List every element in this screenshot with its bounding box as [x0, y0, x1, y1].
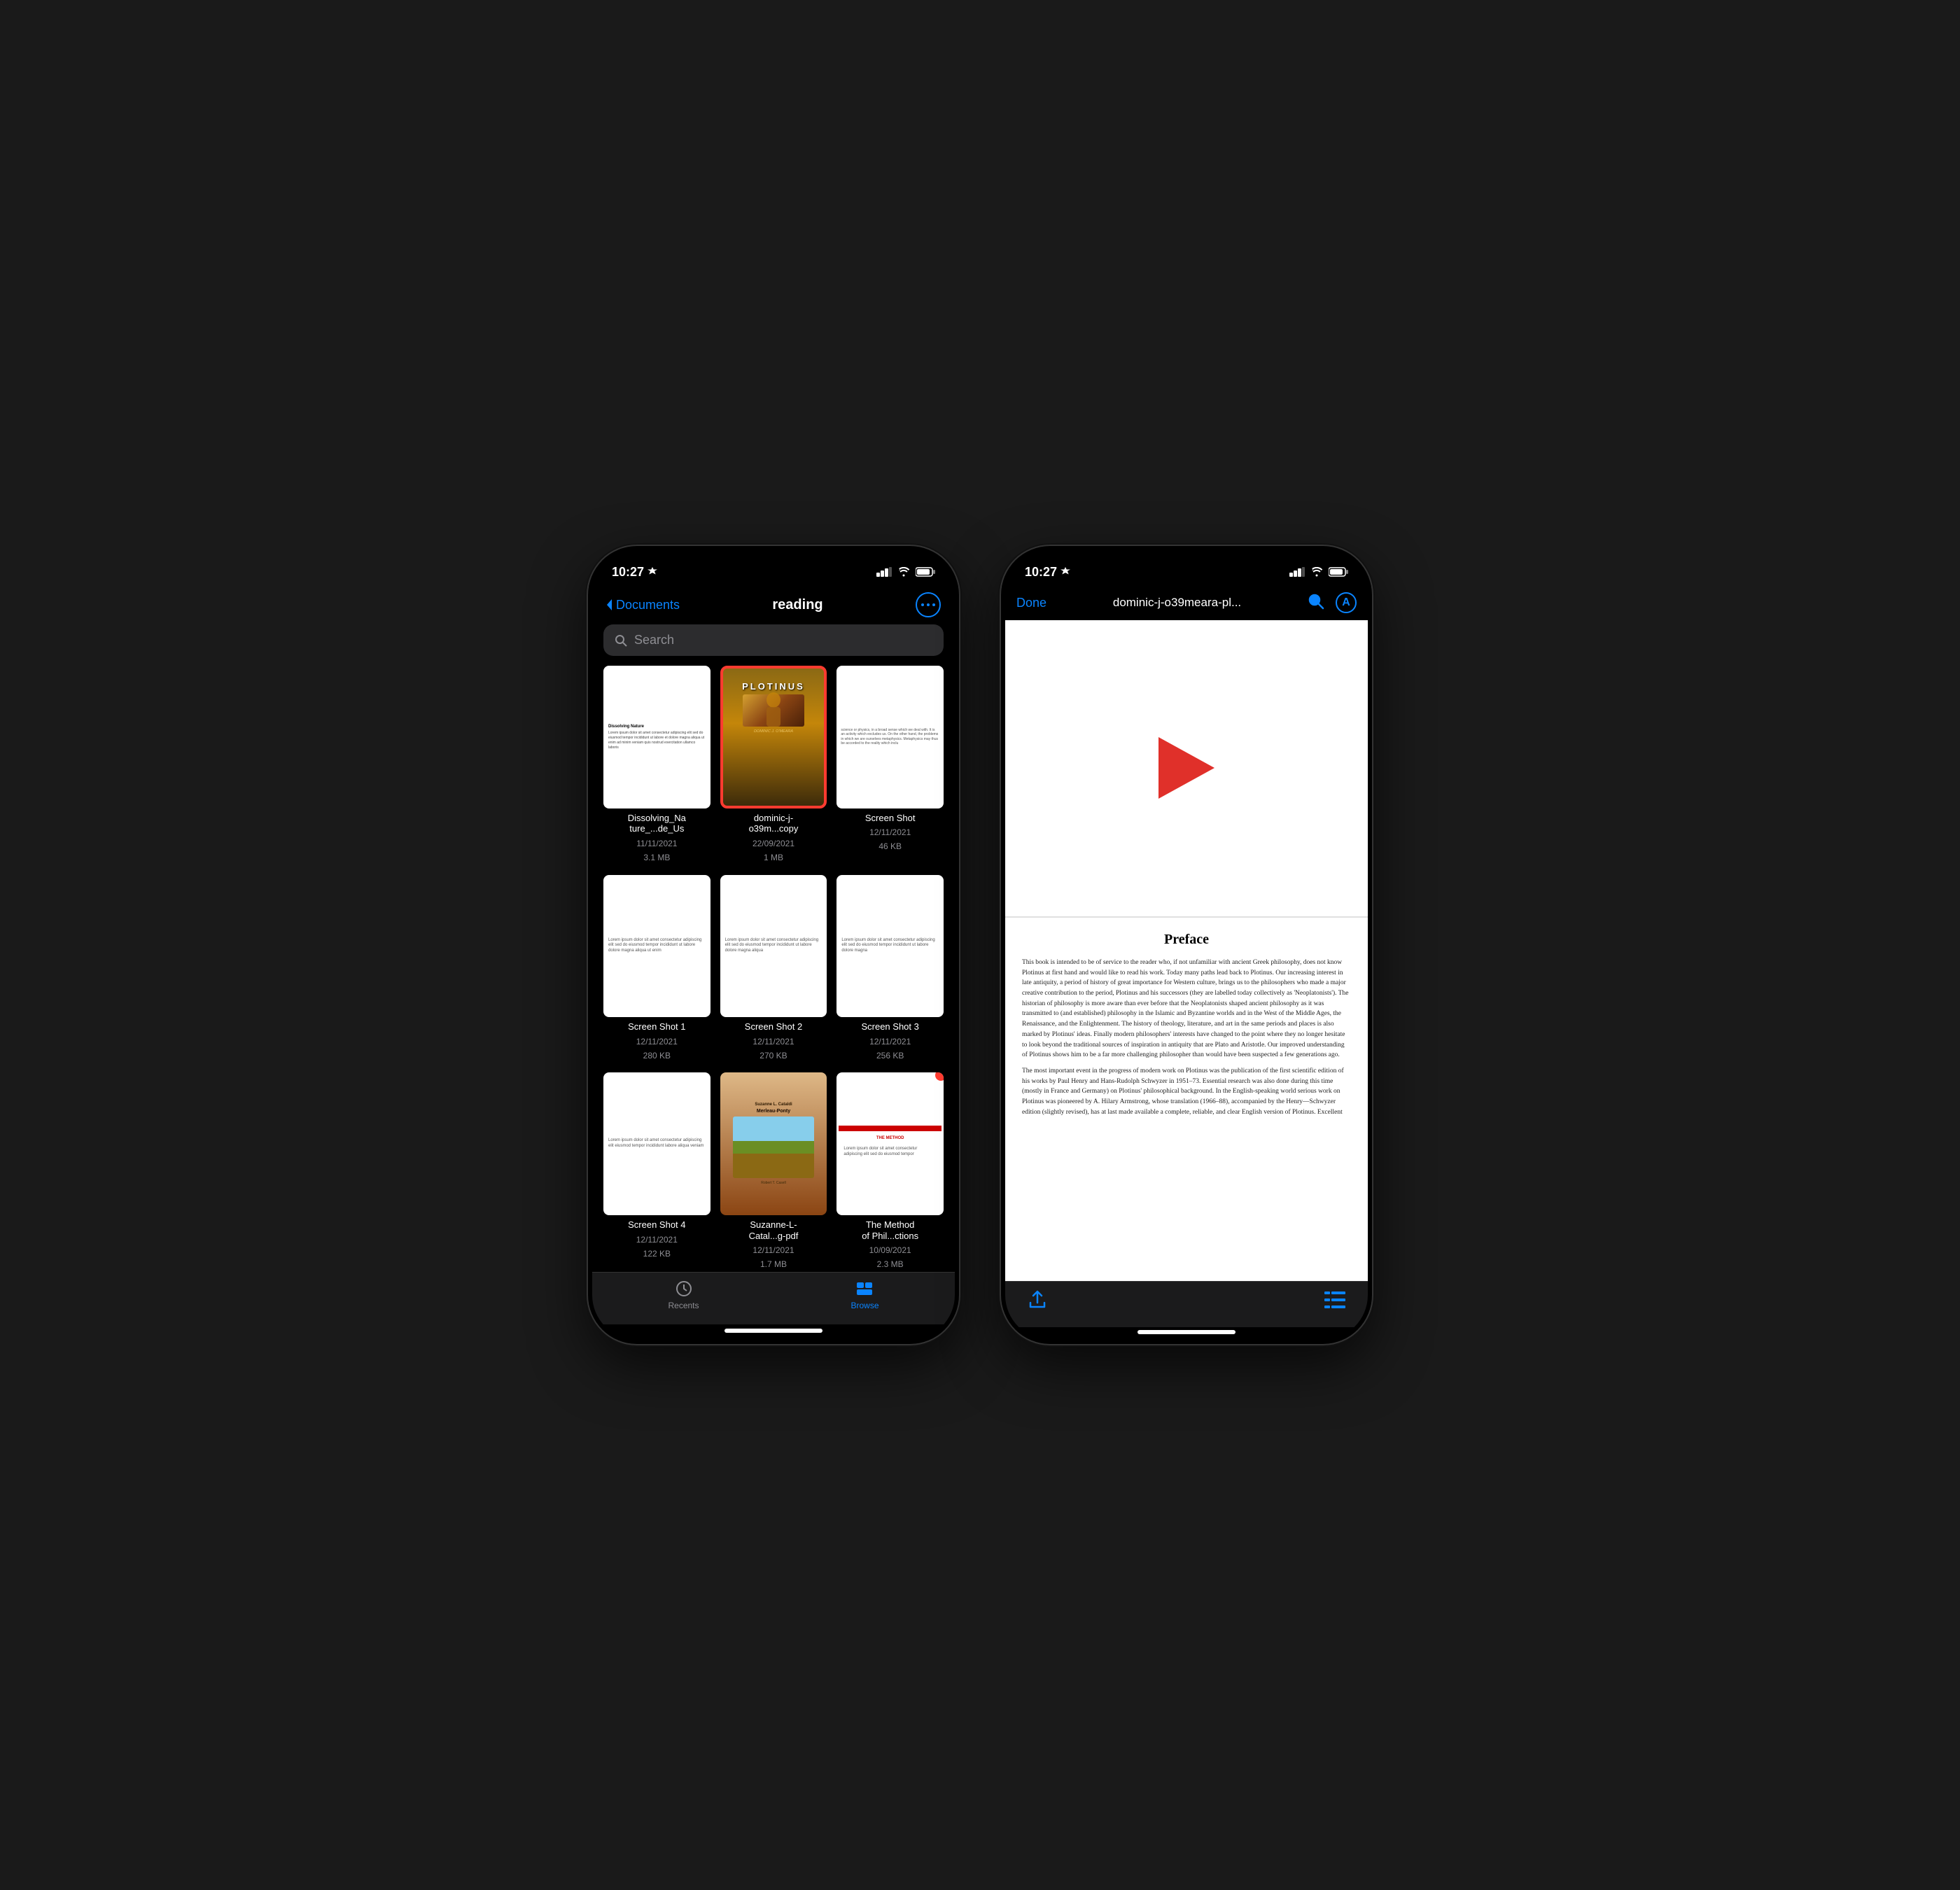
- status-icons-right: [1289, 567, 1348, 577]
- status-time-right: 10:27: [1025, 565, 1070, 580]
- files-grid: Dissolving Nature Lorem ipsum dolor sit …: [592, 666, 955, 1272]
- notch-right: [1124, 546, 1250, 573]
- share-button[interactable]: [1028, 1290, 1047, 1313]
- tab-browse[interactable]: Browse: [850, 1280, 878, 1310]
- file-name: Suzanne-L-Catal...g-pdf: [749, 1219, 799, 1241]
- file-item-selected[interactable]: PLOTINUS DOMINIC J. O'MEARA dominic-j-o3…: [720, 666, 827, 865]
- file-name: Screen Shot: [865, 813, 916, 824]
- folder-title: reading: [772, 597, 822, 613]
- file-name: Dissolving_Nature_...de_Us: [628, 813, 686, 834]
- file-thumbnail: Lorem ipsum dolor sit amet consectetur a…: [603, 875, 710, 1018]
- file-item[interactable]: Lorem ipsum dolor sit amet consectetur a…: [603, 1072, 710, 1272]
- document-title: dominic-j-o39meara-pl...: [1046, 596, 1308, 610]
- file-name: The Methodof Phil...ctions: [862, 1219, 918, 1241]
- file-thumbnail: Lorem ipsum dolor sit amet consectetur a…: [836, 875, 944, 1018]
- reader-nav-bar: Done dominic-j-o39meara-pl... A: [1005, 588, 1368, 620]
- tab-browse-label: Browse: [850, 1301, 878, 1310]
- file-item[interactable]: science or physics, in a broad sense whi…: [836, 666, 944, 865]
- back-button[interactable]: Documents: [606, 598, 680, 612]
- file-size: 46 KB: [878, 841, 902, 851]
- file-size: 270 KB: [760, 1051, 787, 1060]
- file-size: 1.7 MB: [760, 1259, 787, 1269]
- file-thumbnail: Dissolving Nature Lorem ipsum dolor sit …: [603, 666, 710, 808]
- file-item[interactable]: Lorem ipsum dolor sit amet consectetur a…: [836, 875, 944, 1063]
- more-button[interactable]: [916, 592, 941, 617]
- preface-paragraph-1: This book is intended to be of service t…: [1022, 958, 1351, 1060]
- status-time-left: 10:27: [612, 565, 657, 580]
- file-date: 12/11/2021: [752, 1037, 794, 1046]
- done-button[interactable]: Done: [1016, 596, 1046, 610]
- notification-badge: [935, 1072, 944, 1081]
- tab-bar: Recents Browse: [592, 1272, 955, 1324]
- status-icons-left: [876, 567, 935, 577]
- home-indicator-left: [724, 1329, 822, 1333]
- file-size: 1 MB: [764, 853, 783, 862]
- account-icon-label: A: [1342, 596, 1350, 609]
- left-screen: 10:27 Documents reading: [592, 550, 955, 1340]
- file-date: 12/11/2021: [869, 827, 911, 837]
- file-item[interactable]: Suzanne L. Cataldi Merleau-Ponty Robert …: [720, 1072, 827, 1272]
- file-thumbnail: Lorem ipsum dolor sit amet consectetur a…: [603, 1072, 710, 1215]
- file-thumbnail: science or physics, in a broad sense whi…: [836, 666, 944, 808]
- reader-content: Preface This book is intended to be of s…: [1005, 620, 1368, 1281]
- file-size: 3.1 MB: [643, 853, 670, 862]
- file-item[interactable]: Dissolving Nature Lorem ipsum dolor sit …: [603, 666, 710, 865]
- left-phone: 10:27 Documents reading: [588, 546, 959, 1344]
- file-size: 122 KB: [643, 1249, 671, 1259]
- file-date: 22/09/2021: [752, 839, 794, 848]
- file-date: 12/11/2021: [752, 1245, 794, 1255]
- file-name: Screen Shot 4: [628, 1219, 685, 1231]
- nav-bar-left: Documents reading: [592, 588, 955, 624]
- file-name: Screen Shot 2: [745, 1021, 802, 1032]
- file-thumbnail-selected: PLOTINUS DOMINIC J. O'MEARA: [720, 666, 827, 808]
- tab-recents[interactable]: Recents: [668, 1280, 699, 1310]
- file-date: 12/11/2021: [636, 1235, 678, 1245]
- tab-recents-label: Recents: [668, 1301, 699, 1310]
- home-indicator-right: [1138, 1330, 1236, 1334]
- file-date: 12/11/2021: [636, 1037, 678, 1046]
- reader-action-icons: A: [1308, 592, 1357, 613]
- right-screen: 10:27 Done dominic-j-o39meara-pl... A: [1005, 550, 1368, 1340]
- file-item[interactable]: THE METHOD Lorem ipsum dolor sit amet co…: [836, 1072, 944, 1272]
- back-label: Documents: [616, 598, 680, 612]
- file-name: Screen Shot 1: [628, 1021, 685, 1032]
- file-item[interactable]: Lorem ipsum dolor sit amet consectetur a…: [603, 875, 710, 1063]
- reader-bottom-bar: [1005, 1281, 1368, 1327]
- file-date: 12/11/2021: [869, 1037, 911, 1046]
- arrow-right-indicator: [1158, 737, 1214, 799]
- file-date: 10/09/2021: [869, 1245, 911, 1255]
- search-placeholder: Search: [634, 633, 674, 648]
- right-phone: 10:27 Done dominic-j-o39meara-pl... A: [1001, 546, 1372, 1344]
- account-button[interactable]: A: [1336, 592, 1357, 613]
- preface-paragraph-2: The most important event in the progress…: [1022, 1066, 1351, 1118]
- file-item[interactable]: Lorem ipsum dolor sit amet consectetur a…: [720, 875, 827, 1063]
- notch: [710, 546, 836, 573]
- search-bar[interactable]: Search: [603, 624, 944, 656]
- file-name: Screen Shot 3: [861, 1021, 918, 1032]
- file-size: 280 KB: [643, 1051, 671, 1060]
- search-button[interactable]: [1308, 593, 1324, 613]
- file-size: 2.3 MB: [877, 1259, 904, 1269]
- book-page-preface: Preface This book is intended to be of s…: [1005, 918, 1368, 1281]
- file-thumbnail: Lorem ipsum dolor sit amet consectetur a…: [720, 875, 827, 1018]
- file-size: 256 KB: [876, 1051, 904, 1060]
- file-thumbnail: THE METHOD Lorem ipsum dolor sit amet co…: [836, 1072, 944, 1215]
- book-page-top: [1005, 620, 1368, 918]
- file-thumbnail: Suzanne L. Cataldi Merleau-Ponty Robert …: [720, 1072, 827, 1215]
- file-date: 11/11/2021: [636, 839, 677, 848]
- table-of-contents-button[interactable]: [1324, 1292, 1345, 1312]
- file-name: dominic-j-o39m...copy: [749, 813, 799, 834]
- preface-title: Preface: [1022, 932, 1351, 948]
